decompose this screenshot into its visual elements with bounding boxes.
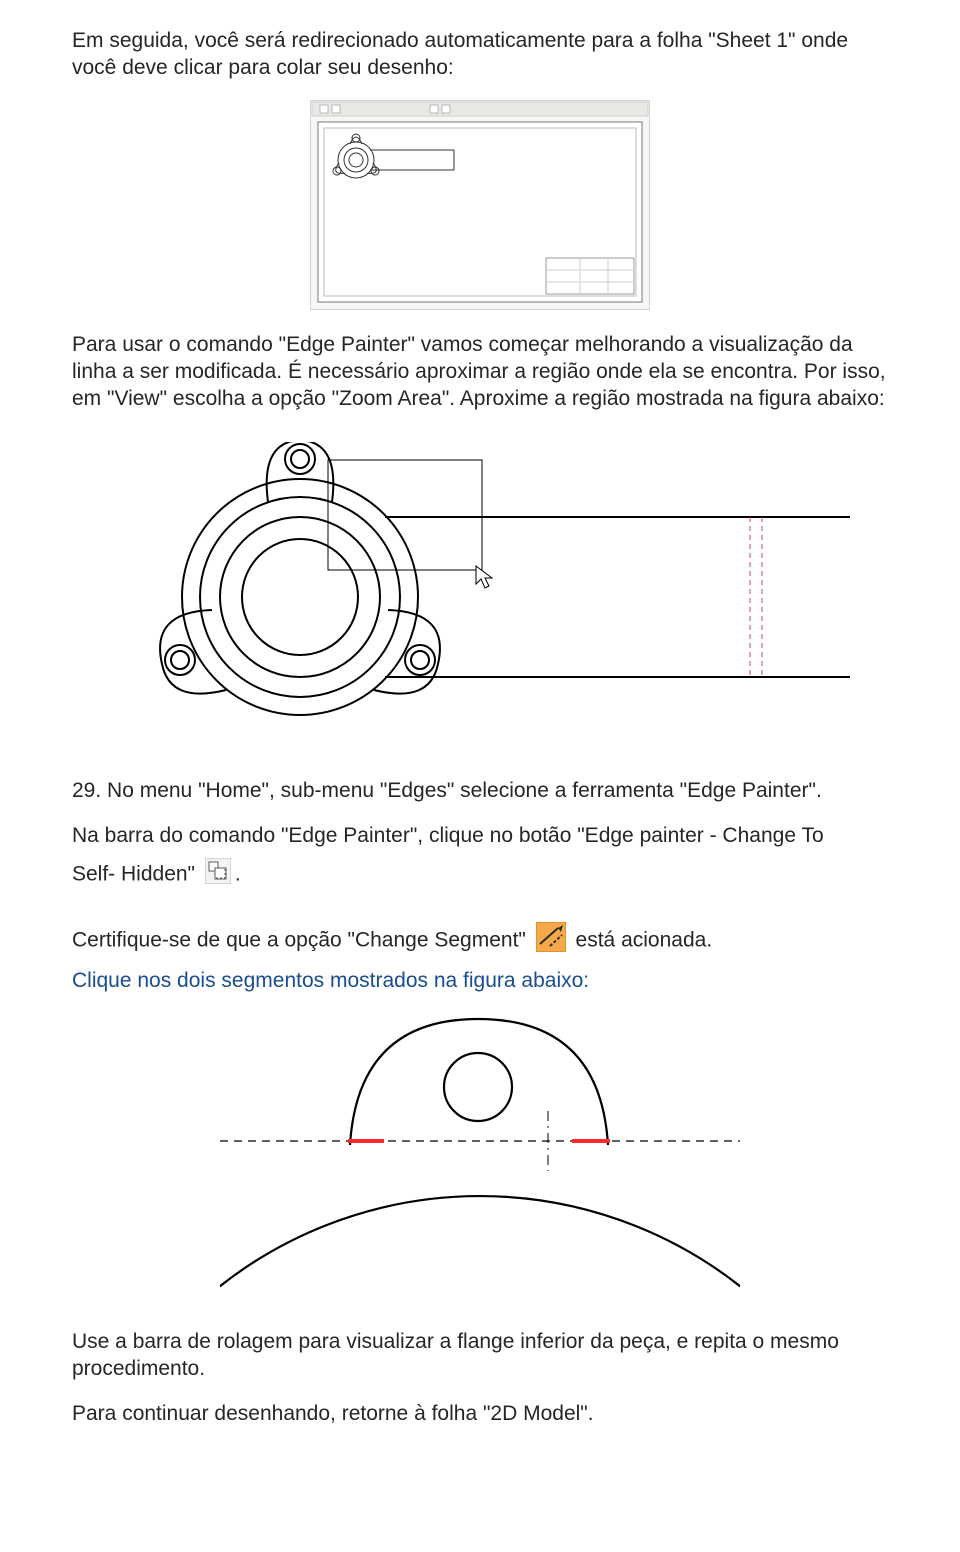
step-29: 29. No menu "Home", sub-menu "Edges" sel… xyxy=(72,778,888,805)
self-hidden-text: Self- Hidden" xyxy=(72,863,201,886)
click-segments-paragraph: Clique nos dois segmentos mostrados na f… xyxy=(72,968,888,995)
figure-segments xyxy=(72,1013,888,1293)
edge-painter-line2: Self- Hidden" . xyxy=(72,858,888,892)
edge-painter-line1: Na barra do comando "Edge Painter", cliq… xyxy=(72,823,888,850)
intro-paragraph: Em seguida, você será redirecionado auto… xyxy=(72,28,888,82)
figure-flange-zoom xyxy=(72,442,888,742)
return-paragraph: Para continuar desenhando, retorne à fol… xyxy=(72,1401,888,1428)
change-segment-icon xyxy=(536,922,566,960)
self-hidden-icon xyxy=(205,858,231,892)
document-page: Em seguida, você será redirecionado auto… xyxy=(0,0,960,1475)
figure-sheet xyxy=(72,100,888,310)
scroll-paragraph: Use a barra de rolagem para visualizar a… xyxy=(72,1329,888,1383)
change-segment-text-a: Certifique-se de que a opção "Change Seg… xyxy=(72,928,532,951)
change-segment-paragraph: Certifique-se de que a opção "Change Seg… xyxy=(72,922,888,960)
zoom-instruction-paragraph: Para usar o comando "Edge Painter" vamos… xyxy=(72,332,888,413)
self-hidden-tail: . xyxy=(235,863,241,886)
change-segment-text-b: está acionada. xyxy=(576,928,713,951)
